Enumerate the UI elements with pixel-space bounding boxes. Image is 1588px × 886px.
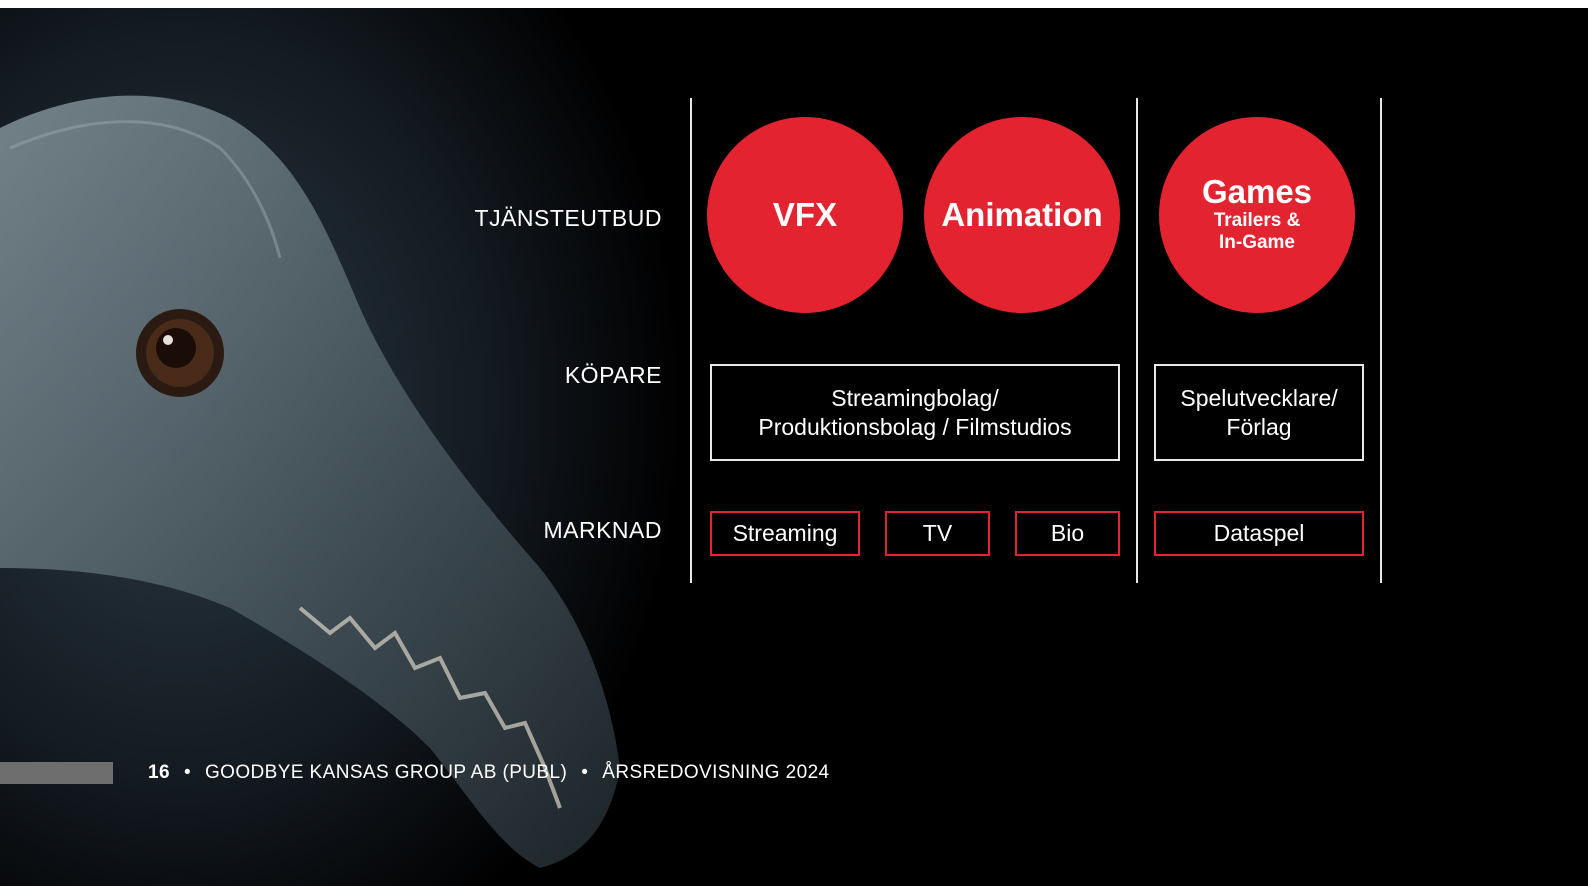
divider-line-3 xyxy=(1380,98,1382,583)
service-vfx-label: VFX xyxy=(772,195,838,233)
service-games-label: Games xyxy=(1201,172,1313,210)
footer-separator: • xyxy=(183,762,191,783)
divider-line-2 xyxy=(1136,98,1138,583)
service-games-sub2: In-Game xyxy=(1218,232,1296,254)
row-label-buyers: KÖPARE xyxy=(564,362,662,388)
buyer-games-line1: Spelutvecklare/ xyxy=(1180,384,1338,411)
dinosaur-illustration xyxy=(0,8,720,886)
market-cinema: Bio xyxy=(1015,511,1120,556)
buyer-film-line2: Produktionsbolag / Filmstudios xyxy=(758,413,1072,440)
footer-report: ÅRSREDOVISNING 2024 xyxy=(602,762,830,783)
service-animation: Animation xyxy=(924,117,1120,313)
service-vfx: VFX xyxy=(707,117,903,313)
row-label-market: MARKNAD xyxy=(543,517,662,543)
footer-company: GOODBYE KANSAS GROUP AB (PUBL) xyxy=(205,762,568,783)
row-label-services: TJÄNSTEUTBUD xyxy=(474,205,662,231)
page-footer: 16 • GOODBYE KANSAS GROUP AB (PUBL) • ÅR… xyxy=(0,761,830,785)
buyer-games-line2: Förlag xyxy=(1226,413,1292,440)
slide: TJÄNSTEUTBUD KÖPARE MARKNAD VFX Animatio… xyxy=(0,8,1588,886)
service-games-sub1: Trailers & xyxy=(1213,209,1301,231)
page-number: 16 xyxy=(148,762,170,783)
divider-line-1 xyxy=(690,98,692,583)
buyer-film-line1: Streamingbolag/ xyxy=(831,384,999,411)
service-games: Games Trailers & In-Game xyxy=(1159,117,1355,313)
buyer-games-box: Spelutvecklare/ Förlag xyxy=(1154,364,1364,461)
footer-separator: • xyxy=(581,762,589,783)
footer-accent-bar xyxy=(0,762,113,784)
market-streaming: Streaming xyxy=(710,511,860,556)
buyer-film-box: Streamingbolag/ Produktionsbolag / Films… xyxy=(710,364,1120,461)
market-games: Dataspel xyxy=(1154,511,1364,556)
market-tv: TV xyxy=(885,511,990,556)
service-animation-label: Animation xyxy=(941,195,1103,233)
